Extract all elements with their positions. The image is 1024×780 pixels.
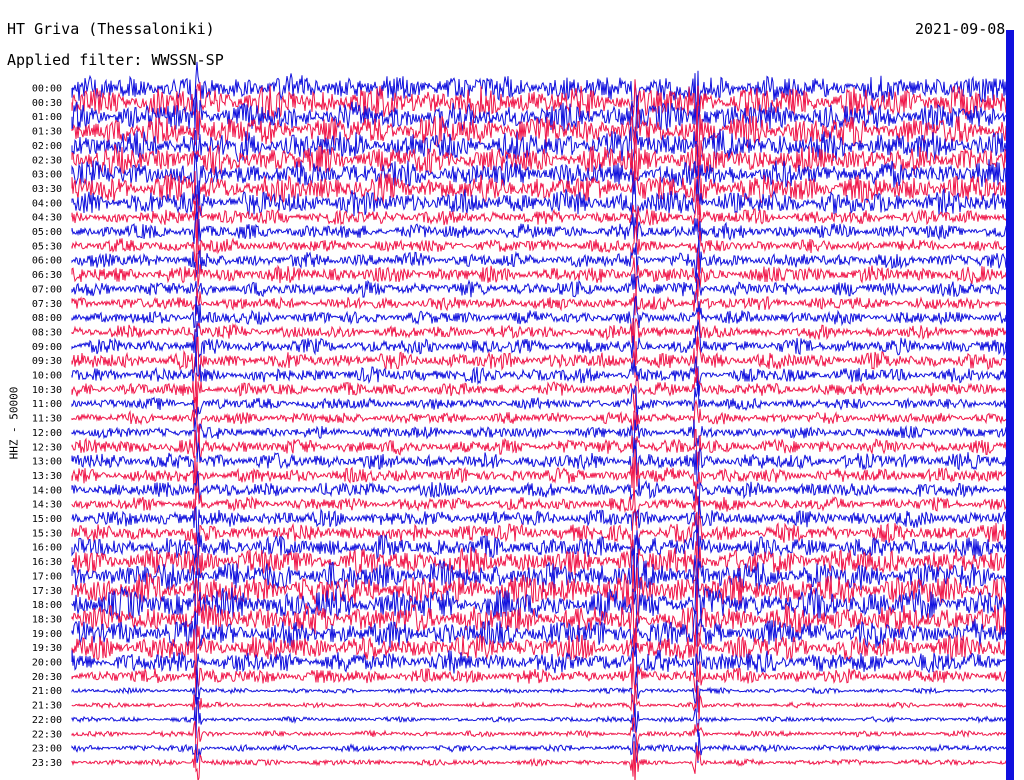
- time-tick-label: 06:30: [32, 270, 62, 281]
- time-tick-label: 21:30: [32, 701, 62, 712]
- time-tick-label: 02:00: [32, 141, 62, 152]
- time-tick-label: 11:30: [32, 414, 62, 425]
- time-tick-label: 16:00: [32, 543, 62, 554]
- time-tick-label: 19:30: [32, 643, 62, 654]
- time-tick-label: 20:30: [32, 672, 62, 683]
- time-tick-label: 11:00: [32, 399, 62, 410]
- time-tick-label: 22:00: [32, 715, 62, 726]
- time-tick-label: 10:30: [32, 385, 62, 396]
- time-tick-label: 19:00: [32, 629, 62, 640]
- time-tick-label: 04:30: [32, 213, 62, 224]
- time-tick-label: 22:30: [32, 729, 62, 740]
- time-tick-label: 09:30: [32, 356, 62, 367]
- time-tick-label: 14:30: [32, 500, 62, 511]
- time-tick-label: 02:30: [32, 155, 62, 166]
- trace-row: [71, 448, 1011, 500]
- time-tick-label: 23:00: [32, 744, 62, 755]
- time-tick-label: 07:00: [32, 284, 62, 295]
- time-tick-label: 01:30: [32, 127, 62, 138]
- time-tick-label: 09:00: [32, 342, 62, 353]
- time-tick-label: 05:00: [32, 227, 62, 238]
- time-tick-label: 21:00: [32, 686, 62, 697]
- time-tick-label: 04:00: [32, 198, 62, 209]
- time-tick-label: 12:00: [32, 428, 62, 439]
- trace-row: [71, 61, 1011, 114]
- time-tick-label: 13:00: [32, 457, 62, 468]
- trace-row: [71, 437, 1011, 490]
- time-tick-label: 23:30: [32, 758, 62, 769]
- time-tick-label: 17:30: [32, 586, 62, 597]
- time-tick-label: 14:00: [32, 485, 62, 496]
- time-tick-label: 18:30: [32, 614, 62, 625]
- time-tick-label: 15:00: [32, 514, 62, 525]
- trace-row: [71, 574, 1011, 635]
- trace-row: [71, 319, 1011, 367]
- time-tick-label: 12:30: [32, 442, 62, 453]
- trace-row: [71, 732, 1010, 764]
- time-tick-label: 15:30: [32, 528, 62, 539]
- time-tick-label: 16:30: [32, 557, 62, 568]
- time-tick-label: 03:00: [32, 170, 62, 181]
- trace-row: [71, 417, 1011, 460]
- time-tick-label: 01:00: [32, 112, 62, 123]
- time-tick-label: 13:30: [32, 471, 62, 482]
- time-tick-label: 03:30: [32, 184, 62, 195]
- time-tick-label: 05:30: [32, 241, 62, 252]
- time-tick-label: 00:00: [32, 84, 62, 95]
- time-tick-label: 00:30: [32, 98, 62, 109]
- time-tick-label: 10:00: [32, 371, 62, 382]
- helicorder-plot: 00:00 00:30 01:00 01:30 02:00 02:30 03:00 03:30…: [32, 30, 1014, 780]
- time-tick-label: 07:30: [32, 299, 62, 310]
- seismogram-traces: [71, 30, 1014, 780]
- time-tick-label: 08:30: [32, 327, 62, 338]
- time-tick-label: 18:00: [32, 600, 62, 611]
- time-tick-label: 20:00: [32, 658, 62, 669]
- time-tick-label: 06:00: [32, 256, 62, 267]
- time-tick-label: 08:00: [32, 313, 62, 324]
- time-tick-label: 17:00: [32, 571, 62, 582]
- time-tick-labels: 00:00 00:30 01:00 01:30 02:00 02:30 03:00 03:30…: [32, 84, 62, 769]
- edge-trace: [1006, 30, 1014, 780]
